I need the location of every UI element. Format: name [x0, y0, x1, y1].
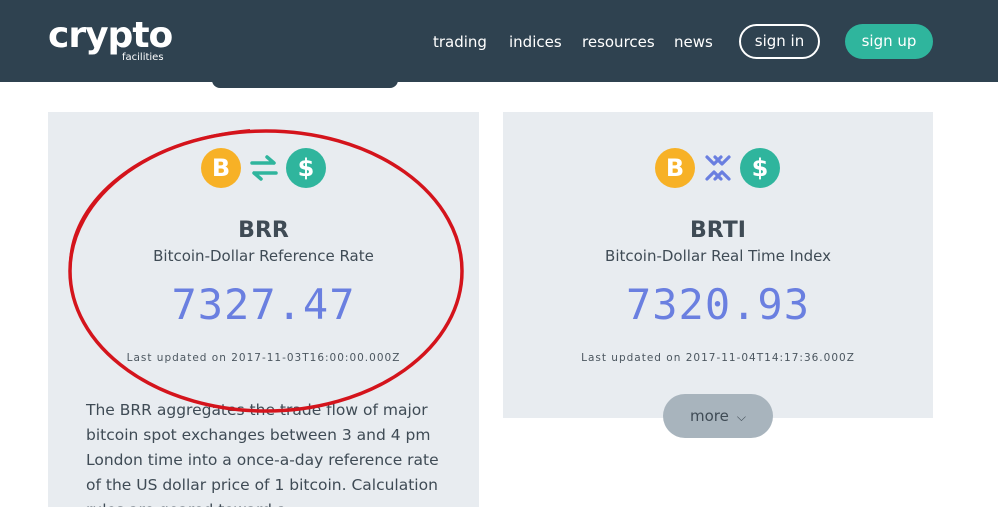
- card-title: BRR: [238, 218, 289, 243]
- crypto-facilities-logo[interactable]: crypto facilities: [48, 14, 188, 66]
- nav-trading[interactable]: trading: [433, 32, 487, 52]
- brr-index-card[interactable]: B $ BRR Bitcoin-Dollar Reference Rate 73…: [48, 112, 479, 507]
- nav-news[interactable]: news: [674, 32, 713, 52]
- last-updated-text: Last updated on 2017-11-03T16:00:00.000Z: [126, 352, 401, 364]
- sign-up-button[interactable]: sign up: [845, 24, 933, 59]
- brti-index-card[interactable]: B $ BRTI Bitcoin-Dollar Real Time Index …: [503, 112, 933, 418]
- last-updated-text: Last updated on 2017-11-04T14:17:36.000Z: [581, 352, 855, 364]
- card-description: The BRR aggregates the trade flow of maj…: [86, 401, 439, 507]
- card-subtitle: Bitcoin-Dollar Reference Rate: [153, 247, 374, 265]
- index-value: 7320.93: [625, 280, 810, 329]
- dollar-coin-icon: $: [286, 148, 326, 188]
- sign-in-button[interactable]: sign in: [739, 24, 820, 59]
- realtime-arrows-icon: [705, 155, 731, 181]
- index-value: 7327.47: [171, 280, 356, 329]
- header-dropdown-tab: [212, 78, 398, 88]
- card-title: BRTI: [690, 218, 746, 243]
- card-subtitle: Bitcoin-Dollar Real Time Index: [605, 247, 831, 265]
- nav-indices[interactable]: indices: [509, 32, 562, 52]
- swap-arrows-icon: [250, 155, 278, 181]
- logo-subtext: facilities: [122, 52, 164, 63]
- more-button-label: more: [690, 407, 729, 425]
- dollar-coin-icon: $: [740, 148, 780, 188]
- bitcoin-coin-icon: B: [201, 148, 241, 188]
- nav-resources[interactable]: resources: [582, 32, 655, 52]
- top-navbar: crypto facilities trading indices resour…: [0, 0, 998, 82]
- more-button[interactable]: more ⌵: [663, 394, 773, 438]
- bitcoin-coin-icon: B: [655, 148, 695, 188]
- chevron-down-icon: ⌵: [736, 410, 746, 424]
